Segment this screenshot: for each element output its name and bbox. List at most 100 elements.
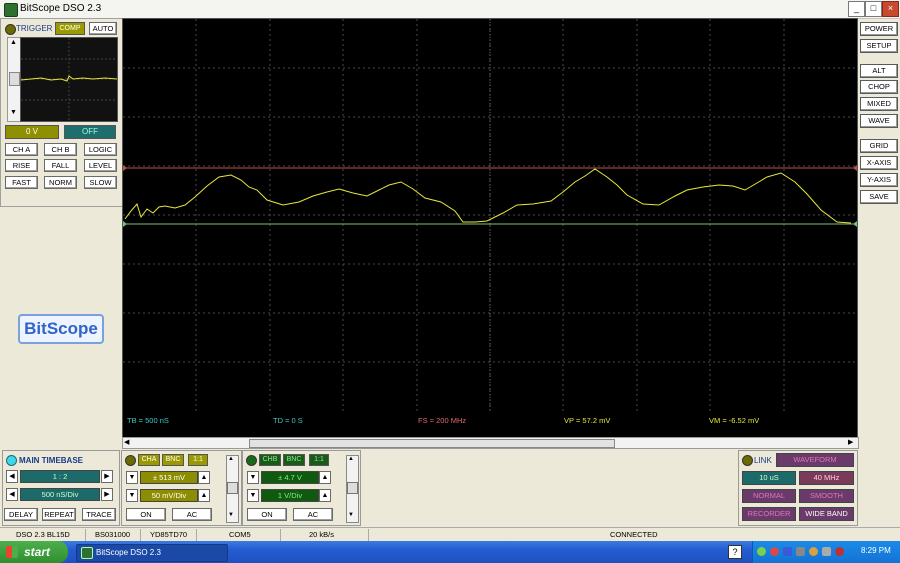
trigger-rise-button[interactable]: RISE [5, 159, 38, 172]
security-icon[interactable] [770, 547, 779, 556]
chb-probe-button[interactable]: 1:1 [309, 454, 329, 466]
waveform-button[interactable]: WAVEFORM [776, 453, 854, 467]
cha-position-slider[interactable]: ▲ ▼ [226, 455, 239, 523]
cha-offset-up-icon[interactable]: ▲ [198, 471, 210, 484]
cha-tag[interactable]: CHA [138, 454, 160, 466]
trigger-level-button[interactable]: LEVEL [84, 159, 117, 172]
cha-scale-field[interactable]: 50 mV/Div [140, 489, 198, 502]
scroll-up-icon[interactable]: ▲ [9, 39, 18, 48]
save-button[interactable]: SAVE [860, 190, 898, 204]
ratio-right-icon[interactable]: ▶ [101, 470, 113, 483]
delay-button[interactable]: DELAY [4, 508, 38, 521]
chop-button[interactable]: CHOP [860, 80, 898, 94]
y-axis-button[interactable]: Y-AXIS [860, 173, 898, 187]
trigger-cha-button[interactable]: CH A [5, 143, 38, 156]
maximize-button[interactable]: □ [865, 1, 882, 17]
recorder-button[interactable]: RECORDER [742, 507, 796, 521]
minimize-button[interactable]: _ [848, 1, 865, 17]
cha-scale-down-icon[interactable]: ▼ [126, 489, 138, 502]
trigger-slow-button[interactable]: SLOW [84, 176, 117, 189]
status-id: YD85TD70 [150, 530, 188, 539]
help-icon[interactable]: ? [728, 545, 742, 559]
cha-offset-down-icon[interactable]: ▼ [126, 471, 138, 484]
chb-scale-field[interactable]: 1 V/Div [261, 489, 319, 502]
network-icon[interactable] [757, 547, 766, 556]
app-icon [4, 3, 18, 17]
chb-bnc-button[interactable]: BNC [283, 454, 305, 466]
cha-slider-thumb[interactable] [227, 482, 238, 494]
cha-scale-up-icon[interactable]: ▲ [198, 489, 210, 502]
grid-button[interactable]: GRID [860, 139, 898, 153]
cha-slider-down-icon[interactable]: ▼ [228, 512, 234, 518]
trigger-logic-button[interactable]: LOGIC [84, 143, 117, 156]
rate-left-icon[interactable]: ◀ [6, 488, 18, 501]
trigger-fall-button[interactable]: FALL [44, 159, 77, 172]
auto-button[interactable]: AUTO [89, 22, 117, 35]
wave-button[interactable]: WAVE [860, 114, 898, 128]
trigger-scrollbar[interactable]: ▲ ▼ [7, 37, 21, 122]
system-tray: 8:29 PM [752, 541, 900, 563]
cha-slider-up-icon[interactable]: ▲ [228, 456, 234, 462]
wideband-button[interactable]: WIDE BAND [799, 507, 854, 521]
repeat-button[interactable]: REPEAT [42, 508, 76, 521]
scroll-down-icon[interactable]: ▼ [9, 109, 18, 118]
trigger-norm-button[interactable]: NORM [44, 176, 77, 189]
cha-probe-button[interactable]: 1:1 [188, 454, 208, 466]
chb-offset-down-icon[interactable]: ▼ [247, 471, 259, 484]
bluetooth-icon[interactable] [783, 547, 792, 556]
start-button[interactable]: start [0, 541, 68, 563]
chb-slider-down-icon[interactable]: ▼ [348, 512, 354, 518]
trigger-state-field[interactable]: OFF [64, 125, 116, 139]
cha-offset-field[interactable]: ± 513 mV [140, 471, 198, 484]
timebase-rate-field[interactable]: 500 nS/Div [20, 488, 100, 501]
chb-position-slider[interactable]: ▲ ▼ [346, 455, 359, 523]
trace-button[interactable]: TRACE [82, 508, 116, 521]
link-label: LINK [754, 456, 772, 465]
chb-slider-up-icon[interactable]: ▲ [348, 456, 354, 462]
chb-offset-up-icon[interactable]: ▲ [319, 471, 331, 484]
close-button[interactable]: × [882, 1, 899, 17]
trigger-led-icon [5, 24, 16, 35]
volume-icon[interactable] [822, 547, 831, 556]
chb-offset-field[interactable]: ± 4.7 V [261, 471, 319, 484]
setup-button[interactable]: SETUP [860, 39, 898, 53]
cha-coupling-button[interactable]: AC [172, 508, 212, 521]
status-version: DSO 2.3 BL15D [16, 530, 70, 539]
trigger-level-field[interactable]: 0 V [5, 125, 59, 139]
trigger-fast-button[interactable]: FAST [5, 176, 38, 189]
scroll-right-icon[interactable]: ▶ [848, 438, 853, 446]
mixed-button[interactable]: MIXED [860, 97, 898, 111]
device-icon[interactable] [796, 547, 805, 556]
status-rate: 20 kB/s [309, 530, 335, 539]
chb-led-icon [246, 455, 257, 466]
trigger-preview [20, 37, 118, 122]
trigger-chb-button[interactable]: CH B [44, 143, 77, 156]
scope-scroll-thumb[interactable] [249, 439, 615, 448]
normal-button[interactable]: NORMAL [742, 489, 796, 503]
taskbar-item[interactable]: BitScope DSO 2.3 [76, 544, 228, 562]
chb-coupling-button[interactable]: AC [293, 508, 333, 521]
comp-button[interactable]: COMP [55, 22, 85, 35]
power-button[interactable]: POWER [860, 22, 898, 36]
update-icon[interactable] [809, 547, 818, 556]
cha-on-button[interactable]: ON [126, 508, 166, 521]
chb-slider-thumb[interactable] [347, 482, 358, 494]
link-freq-field[interactable]: 40 MHz [799, 471, 854, 485]
alt-button[interactable]: ALT [860, 64, 898, 78]
timebase-ratio-field[interactable]: 1 : 2 [20, 470, 100, 483]
shield-icon[interactable] [835, 547, 844, 556]
link-period-field[interactable]: 10 uS [742, 471, 796, 485]
ratio-left-icon[interactable]: ◀ [6, 470, 18, 483]
chb-scale-down-icon[interactable]: ▼ [247, 489, 259, 502]
chb-tag[interactable]: CHB [259, 454, 281, 466]
chb-on-button[interactable]: ON [247, 508, 287, 521]
smooth-button[interactable]: SMOOTH [799, 489, 854, 503]
scope-scrollbar[interactable]: ◀ ▶ [122, 437, 859, 449]
chb-scale-up-icon[interactable]: ▲ [319, 489, 331, 502]
x-axis-button[interactable]: X-AXIS [860, 156, 898, 170]
scroll-left-icon[interactable]: ◀ [124, 438, 129, 446]
status-bar: DSO 2.3 BL15D BS031000 YD85TD70 COM5 20 … [0, 527, 900, 542]
rate-right-icon[interactable]: ▶ [101, 488, 113, 501]
cha-bnc-button[interactable]: BNC [162, 454, 184, 466]
scroll-thumb[interactable] [9, 72, 20, 86]
